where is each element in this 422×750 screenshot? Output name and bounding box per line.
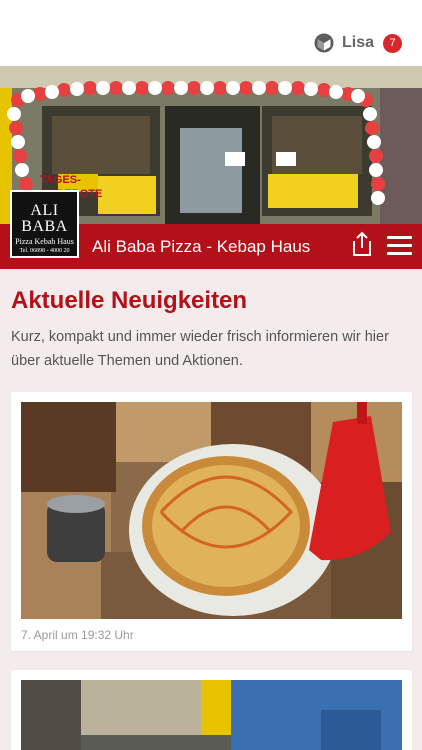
hero-sign-tages: TAGES- — [40, 174, 81, 186]
user-account[interactable]: Lisa 7 — [314, 33, 402, 53]
pizza-photo[interactable] — [21, 402, 402, 619]
street-photo[interactable] — [21, 680, 402, 750]
shop-logo: ALI BABA Pizza Kebab Haus Tel. 06898 - 4… — [10, 190, 79, 258]
user-name[interactable]: Lisa — [342, 34, 374, 52]
logo-line-1: ALI BABA — [21, 202, 68, 235]
street-illustration — [21, 680, 402, 750]
logo-line-3: Tel. 06898 - 4000 20 — [19, 248, 70, 254]
intro-text: Kurz, kompakt und immer wieder frisch in… — [11, 329, 389, 369]
pizza-illustration — [21, 402, 402, 619]
logo-line-2: Pizza Kebab Haus — [15, 237, 74, 246]
post-date: 7. April um 19:32 Uhr — [21, 628, 134, 642]
shop-name: Ali Baba Pizza - Kebap Haus — [92, 237, 311, 256]
cube-logo-icon — [314, 33, 334, 53]
page-title: Aktuelle Neuigkeiten — [11, 287, 248, 314]
share-icon[interactable] — [350, 231, 374, 257]
top-bar: Lisa 7 — [0, 0, 422, 66]
menu-icon[interactable] — [387, 236, 412, 256]
news-card[interactable] — [11, 670, 412, 750]
news-card[interactable]: 7. April um 19:32 Uhr — [11, 392, 412, 651]
notification-badge[interactable]: 7 — [383, 33, 402, 53]
